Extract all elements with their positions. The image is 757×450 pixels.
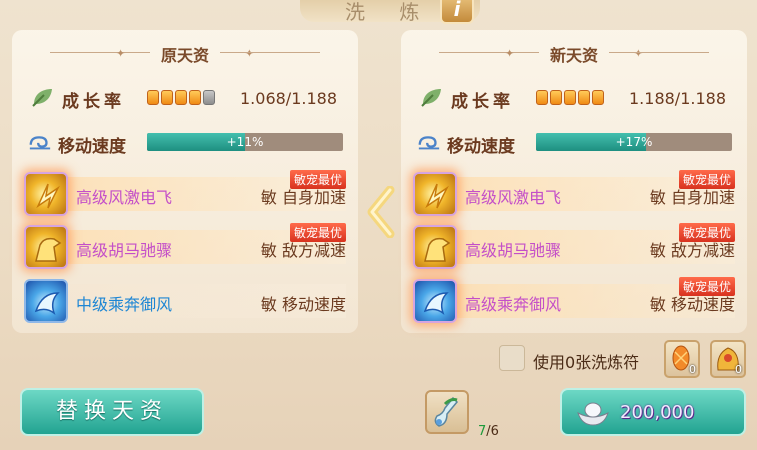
cloud-swirl-icon	[418, 136, 440, 150]
leaf-icon	[421, 89, 441, 107]
skill-name: 高级风激电飞	[465, 188, 562, 207]
growth-pip	[189, 90, 201, 105]
speed-row: 移动速度 +11%	[12, 131, 358, 157]
skill-horse-gallop-icon[interactable]	[413, 225, 457, 269]
knot-ornament-icon: ✦	[633, 47, 643, 60]
skill-wind-lightning-icon[interactable]	[24, 172, 68, 216]
skill-item[interactable]: 中级乘奔御风 敏 移动速度	[24, 279, 346, 323]
growth-pip	[203, 90, 215, 105]
growth-label: 成长率	[62, 92, 125, 112]
skill-item[interactable]: 高级风激电飞 敏宠最优 敏 自身加速	[24, 170, 346, 216]
skill-attr: 敏 移动速度	[260, 295, 346, 314]
speed-bar: +17%	[536, 133, 732, 151]
skill-name: 高级风激电飞	[76, 188, 173, 207]
cloud-swirl-icon	[29, 136, 51, 150]
growth-row: 成长率 1.068/1.188	[12, 86, 358, 112]
growth-pip	[536, 90, 548, 105]
growth-pip	[592, 90, 604, 105]
skill-item[interactable]: 高级风激电飞 敏宠最优 敏 自身加速	[413, 170, 735, 216]
skill-item[interactable]: 高级乘奔御风 敏宠最优 敏 移动速度	[413, 277, 735, 323]
use-charm-label: 使用0张洗炼符	[533, 353, 640, 372]
potion-slot[interactable]	[425, 390, 469, 434]
growth-label: 成长率	[451, 92, 514, 112]
growth-pips	[147, 90, 215, 105]
skill-item[interactable]: 高级胡马驰骤 敏宠最优 敏 敌方减速	[413, 223, 735, 269]
silver-ingot-icon	[577, 402, 609, 426]
skill-name: 高级乘奔御风	[465, 295, 562, 314]
growth-pips	[536, 90, 604, 105]
potion-icon	[434, 396, 459, 427]
chevron-left-icon	[367, 186, 395, 238]
item-count: 0	[735, 363, 742, 376]
growth-row: 成长率 1.188/1.188	[401, 86, 747, 112]
speed-row: 移动速度 +17%	[401, 131, 747, 157]
skill-wind-lightning-icon[interactable]	[413, 172, 457, 216]
speed-bar: +11%	[147, 133, 343, 151]
skill-attr: 敏 敌方减速	[649, 241, 735, 260]
leaf-icon	[32, 89, 52, 107]
skill-name: 高级胡马驰骤	[465, 241, 562, 260]
potion-need: /6	[486, 424, 499, 439]
growth-pip	[161, 90, 173, 105]
growth-pip	[578, 90, 590, 105]
skill-attr: 敏 自身加速	[260, 188, 346, 207]
page-title: 洗 炼	[345, 0, 434, 24]
growth-pip	[175, 90, 187, 105]
new-aptitude-panel: ✦ 新天资 ✦ 成长率 1.188/1.188 移动速度 +17% 高级风激电飞…	[401, 30, 747, 333]
info-button[interactable]: i	[440, 0, 474, 24]
knot-ornament-icon: ✦	[244, 47, 254, 60]
speed-bonus: +17%	[615, 135, 653, 149]
original-aptitude-panel: ✦ 原天资 ✦ 成长率 1.068/1.188 移动速度 +11% 高级风激电飞…	[12, 30, 358, 333]
panel-title: 新天资	[549, 46, 598, 65]
growth-value: 1.188/1.188	[629, 89, 726, 108]
divider	[220, 52, 320, 53]
decor-flower-icon	[170, 0, 230, 24]
fish-charm-slot[interactable]: 0	[664, 340, 700, 378]
skill-wind-ride-icon[interactable]	[24, 279, 68, 323]
replace-aptitude-button[interactable]: 替换天资	[20, 388, 204, 436]
growth-pip	[550, 90, 562, 105]
skill-wind-ride-icon[interactable]	[413, 279, 457, 323]
skill-name: 中级乘奔御风	[76, 295, 173, 314]
speed-label: 移动速度	[58, 137, 126, 157]
wash-cost: 200,000	[620, 402, 695, 423]
speed-bonus: +11%	[226, 135, 264, 149]
panel-title: 原天资	[160, 46, 209, 65]
speed-label: 移动速度	[447, 137, 515, 157]
skill-item[interactable]: 高级胡马驰骤 敏宠最优 敏 敌方减速	[24, 223, 346, 269]
potion-count: 7/6	[478, 424, 499, 439]
dragon-charm-slot[interactable]: 0	[710, 340, 746, 378]
growth-pip	[147, 90, 159, 105]
skill-attr: 敏 自身加速	[649, 188, 735, 207]
wash-button[interactable]: 200,000	[560, 388, 746, 436]
skill-attr: 敏 移动速度	[649, 295, 735, 314]
use-charm-checkbox[interactable]	[499, 345, 525, 371]
growth-pip	[564, 90, 576, 105]
item-count: 0	[689, 363, 696, 376]
growth-value: 1.068/1.188	[240, 89, 337, 108]
skill-horse-gallop-icon[interactable]	[24, 225, 68, 269]
skill-attr: 敏 敌方减速	[260, 241, 346, 260]
skill-name: 高级胡马驰骤	[76, 241, 173, 260]
divider	[609, 52, 709, 53]
